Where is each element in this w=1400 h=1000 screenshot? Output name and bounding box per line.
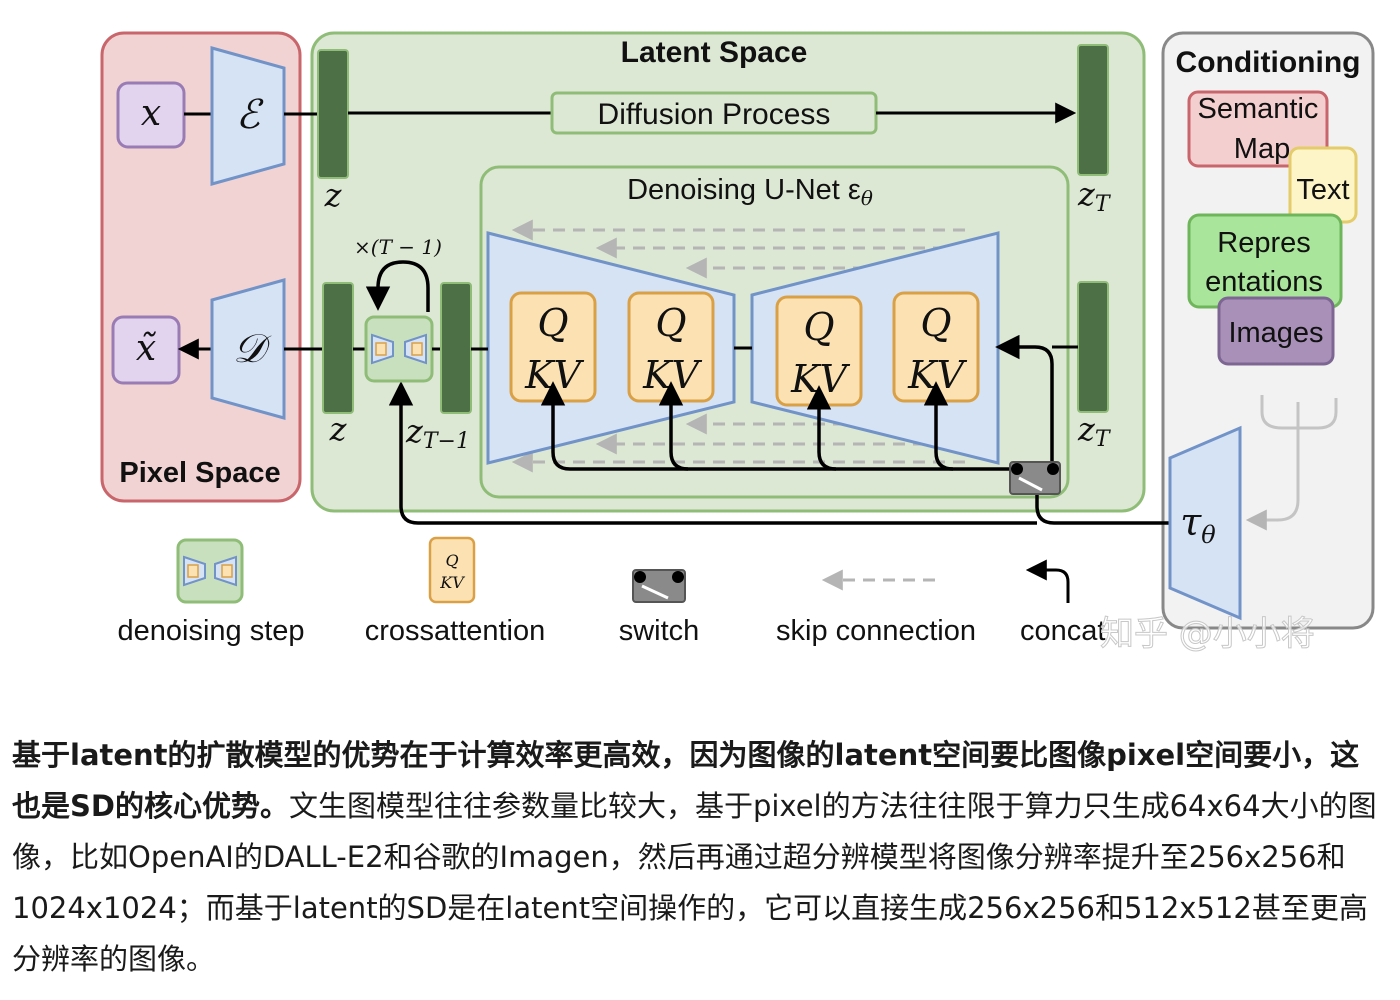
watermark: 知乎 @小小将 (1100, 614, 1315, 654)
svg-text:Map: Map (1234, 133, 1290, 165)
svg-text:Images: Images (1228, 317, 1323, 349)
svg-text:Q: Q (655, 301, 686, 345)
legend-crossattention: Q KV crossattention (365, 536, 546, 647)
svg-text:x: x (141, 93, 161, 134)
tau-encoder-block: τθ (1168, 425, 1242, 621)
svg-text:Q: Q (537, 301, 568, 345)
svg-text:ℰ: ℰ (236, 92, 264, 138)
latent-diffusion-diagram: Pixel Space Latent Space Conditioning x … (100, 31, 1375, 655)
caption-paragraph: 基于latent的扩散模型的优势在于计算效率更高效，因为图像的latent空间要… (12, 730, 1382, 985)
svg-text:Diffusion Process: Diffusion Process (598, 98, 831, 131)
svg-text:x̃: x̃ (136, 328, 156, 369)
svg-text:Repres: Repres (1217, 227, 1311, 259)
images-box: Images (1217, 296, 1335, 366)
diffusion-process-box: Diffusion Process (550, 91, 878, 135)
qkv-block: Q KV (509, 291, 597, 403)
encoder-block: ℰ (210, 46, 286, 186)
svg-text:Denoising U-Net εθ: Denoising U-Net εθ (627, 174, 873, 210)
svg-text:crossattention: crossattention (365, 615, 546, 647)
svg-text:denoising step: denoising step (117, 615, 304, 647)
svg-text:skip connection: skip connection (776, 615, 976, 647)
legend-denoising-step: denoising step (117, 538, 305, 647)
svg-text:Q: Q (920, 301, 951, 345)
repeat-label: ×(T − 1) (354, 235, 442, 259)
latent-zT-1-bar (440, 282, 472, 414)
latent-zT-bar-bottom (1077, 281, 1109, 413)
representations-box: Repres entations (1187, 213, 1343, 309)
svg-text:Q: Q (445, 551, 458, 570)
qkv-block: Q KV (627, 291, 715, 403)
svg-text:Text: Text (1296, 174, 1349, 206)
denoising-step-icon (364, 315, 434, 383)
x-tilde-output-box: x̃ (111, 315, 181, 385)
latent-zT-bar-top (1077, 44, 1109, 176)
qkv-block: Q KV (892, 291, 980, 403)
svg-text:Q: Q (803, 305, 834, 349)
latent-z-bar (317, 49, 349, 179)
latent-z-out-label: z (329, 410, 348, 448)
legend-skip-connection: skip connection (776, 569, 976, 647)
switch (1009, 461, 1061, 495)
x-input-box: x (116, 81, 186, 149)
latent-space-title: Latent Space (621, 36, 808, 69)
text-box: Text (1288, 146, 1358, 224)
svg-text:switch: switch (619, 615, 700, 647)
legend-concat: concat (1020, 559, 1105, 647)
latent-z-out-bar (322, 282, 354, 414)
decoder-block: 𝒟 (210, 278, 286, 420)
qkv-block: Q KV (775, 295, 863, 407)
svg-text:entations: entations (1205, 266, 1323, 298)
svg-text:concat: concat (1020, 615, 1105, 647)
svg-text:Semantic: Semantic (1198, 93, 1319, 125)
pixel-space-title: Pixel Space (119, 457, 280, 489)
svg-text:KV: KV (439, 573, 465, 592)
latent-z-label: z (324, 176, 343, 214)
legend-switch: switch (619, 569, 700, 647)
conditioning-title: Conditioning (1176, 46, 1361, 79)
